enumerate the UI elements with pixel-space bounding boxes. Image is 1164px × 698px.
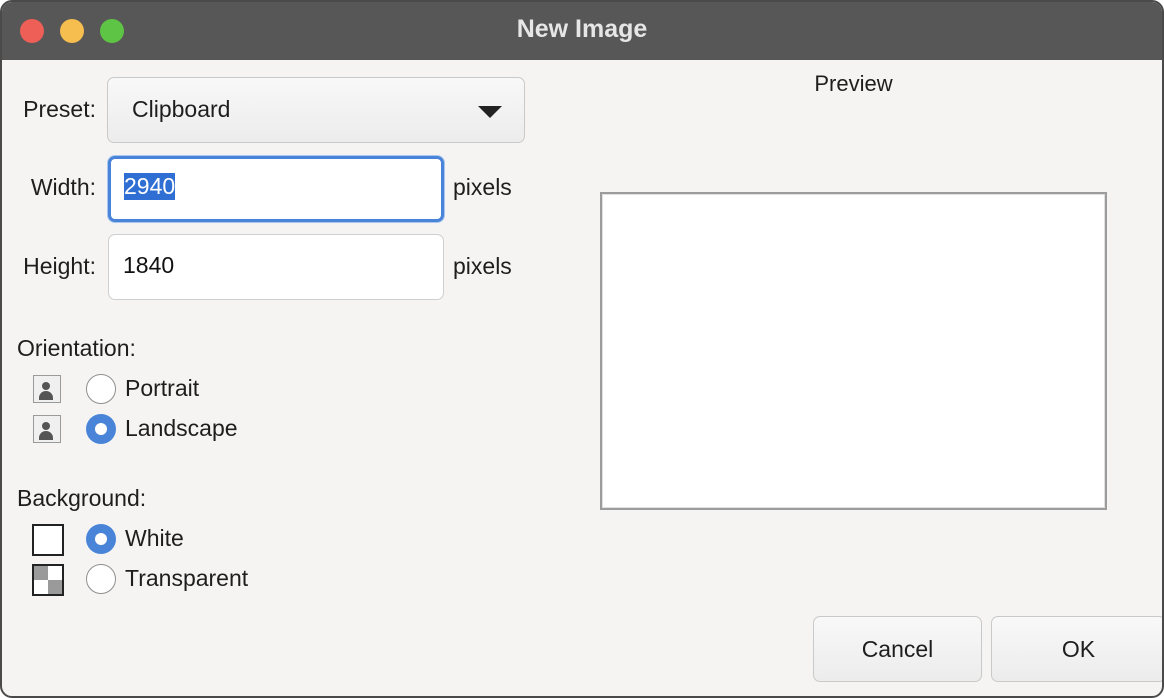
title-bar: New Image bbox=[2, 2, 1162, 60]
background-label: Background: bbox=[17, 485, 147, 511]
portrait-icon bbox=[33, 375, 61, 403]
white-swatch-icon bbox=[32, 524, 64, 556]
height-unit-label: pixels bbox=[453, 253, 512, 279]
portrait-radio[interactable] bbox=[86, 374, 116, 404]
height-field-box bbox=[108, 234, 444, 300]
landscape-label[interactable]: Landscape bbox=[125, 415, 238, 442]
width-input[interactable] bbox=[124, 171, 424, 201]
landscape-radio[interactable] bbox=[86, 414, 116, 444]
chevron-down-icon bbox=[478, 106, 502, 118]
width-field-box bbox=[108, 156, 444, 222]
portrait-label[interactable]: Portrait bbox=[125, 375, 199, 402]
ok-button[interactable]: OK bbox=[991, 616, 1162, 682]
transparent-swatch-icon bbox=[32, 564, 64, 596]
cancel-button[interactable]: Cancel bbox=[813, 616, 982, 682]
transparent-label[interactable]: Transparent bbox=[125, 565, 248, 592]
preset-label: Preset: bbox=[23, 96, 96, 122]
white-radio[interactable] bbox=[86, 524, 116, 554]
height-label: Height: bbox=[23, 253, 96, 279]
width-unit-label: pixels bbox=[453, 174, 512, 200]
window-title: New Image bbox=[516, 15, 648, 43]
new-image-dialog: New Image Preset: Clipboard Width: pixel… bbox=[0, 0, 1164, 698]
orientation-label: Orientation: bbox=[17, 335, 136, 361]
preset-value: Clipboard bbox=[132, 96, 231, 122]
preview-label: Preview bbox=[814, 71, 893, 96]
white-label[interactable]: White bbox=[125, 525, 184, 552]
preview-canvas bbox=[600, 192, 1107, 510]
height-input[interactable] bbox=[123, 250, 423, 280]
landscape-icon bbox=[33, 415, 61, 443]
width-label: Width: bbox=[30, 174, 96, 200]
preset-dropdown[interactable]: Clipboard bbox=[107, 77, 525, 143]
transparent-radio[interactable] bbox=[86, 564, 116, 594]
